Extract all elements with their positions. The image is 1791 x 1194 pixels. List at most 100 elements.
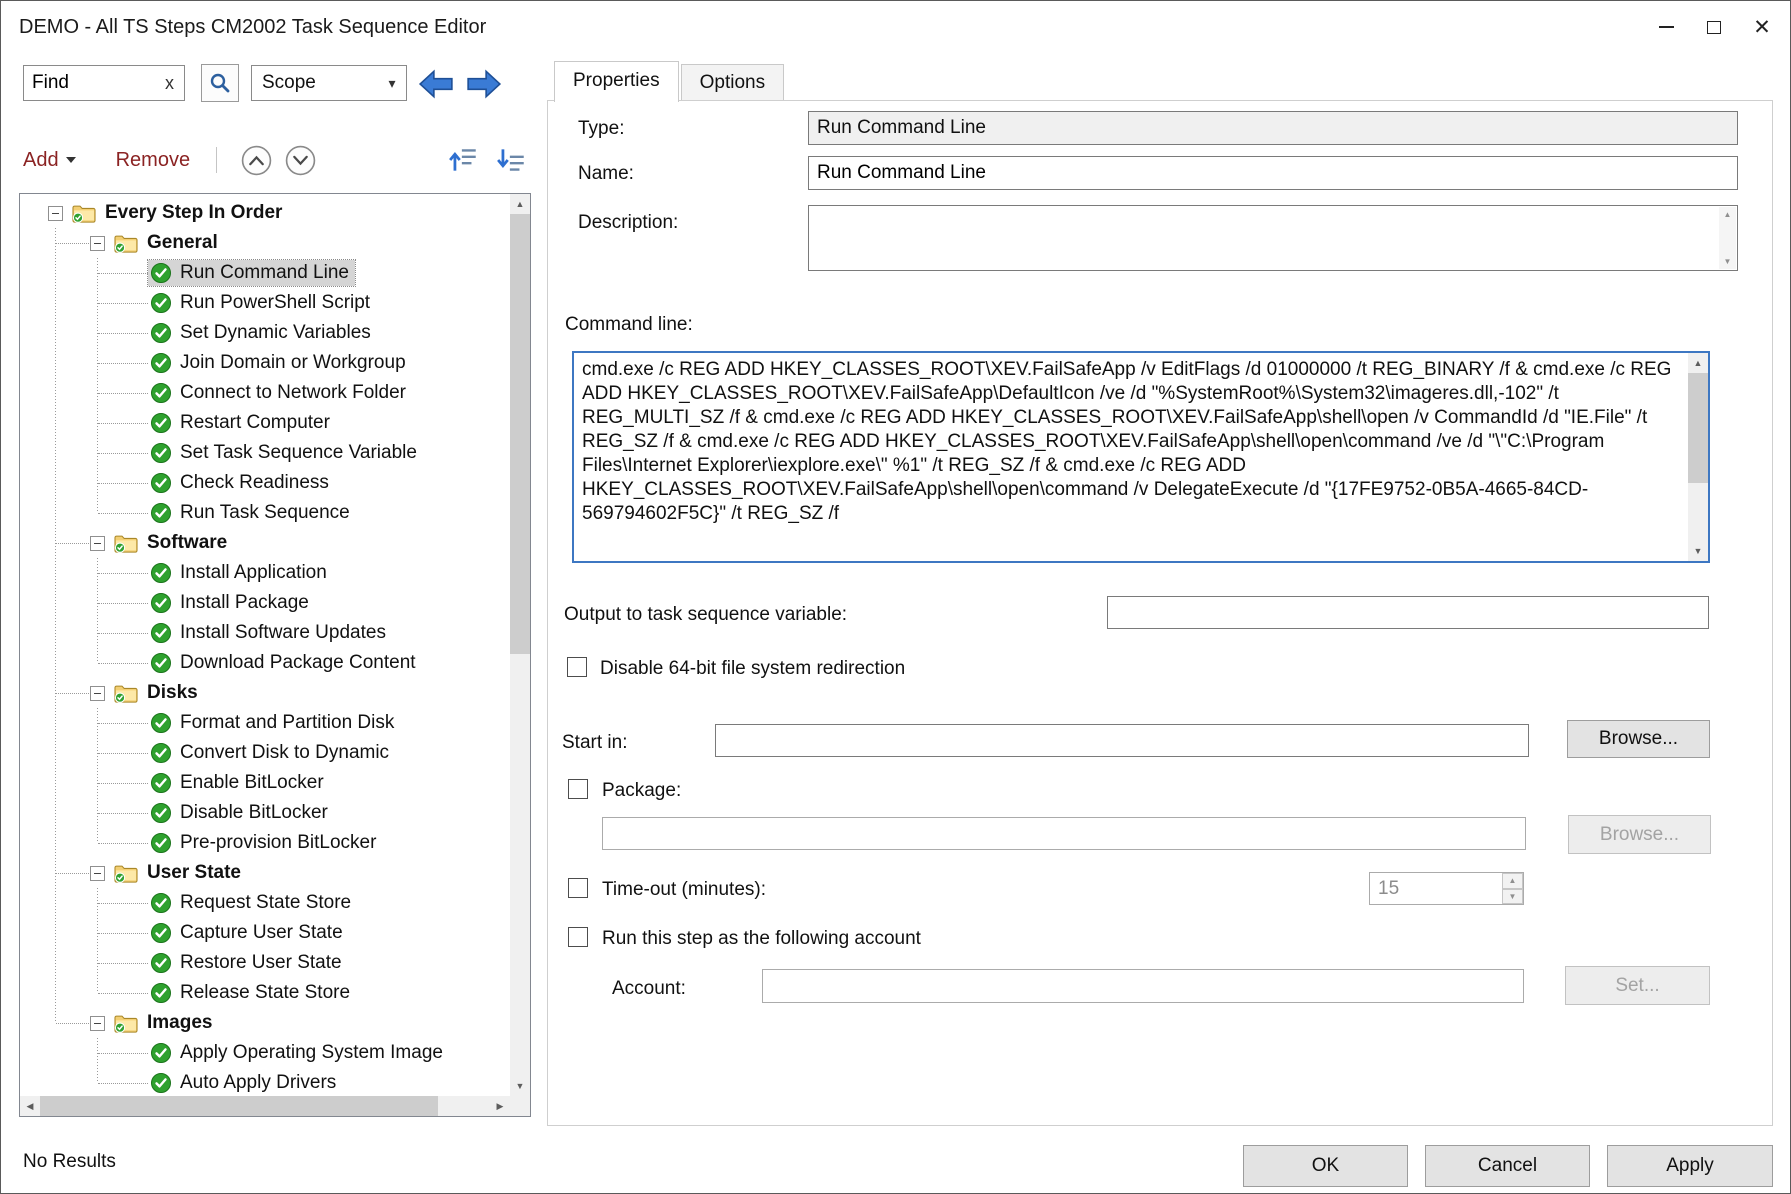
tree-item-apply-operating-system-image[interactable]: Apply Operating System Image bbox=[20, 1038, 510, 1068]
scroll-up-arrow-icon[interactable]: ▲ bbox=[1688, 353, 1708, 373]
tree-item-join-domain-or-workgroup[interactable]: Join Domain or Workgroup bbox=[20, 348, 510, 378]
start-in-input[interactable] bbox=[715, 724, 1529, 757]
package-checkbox[interactable] bbox=[568, 779, 588, 799]
timeout-checkbox[interactable] bbox=[568, 878, 588, 898]
collapse-toggle-icon[interactable] bbox=[90, 236, 105, 251]
tree-item-run-powershell-script[interactable]: Run PowerShell Script bbox=[20, 288, 510, 318]
tree-vscroll-thumb[interactable] bbox=[510, 214, 530, 654]
find-field-wrap: x bbox=[23, 65, 185, 101]
run-as-account-checkbox[interactable] bbox=[568, 927, 588, 947]
remove-button[interactable]: Remove bbox=[116, 149, 190, 172]
step-check-icon bbox=[150, 1042, 172, 1064]
start-in-label: Start in: bbox=[562, 731, 627, 755]
tree-item-restore-user-state[interactable]: Restore User State bbox=[20, 948, 510, 978]
tree-item-enable-bitlocker[interactable]: Enable BitLocker bbox=[20, 768, 510, 798]
scroll-down-arrow-icon[interactable]: ▼ bbox=[1688, 541, 1708, 561]
tree-item-label: Run Command Line bbox=[180, 262, 349, 284]
tab-options-label: Options bbox=[700, 72, 765, 94]
tree-connector bbox=[98, 753, 148, 754]
name-input[interactable] bbox=[808, 156, 1738, 190]
scroll-right-arrow-icon[interactable]: ▶ bbox=[490, 1096, 510, 1116]
move-up-button[interactable] bbox=[239, 143, 273, 177]
disable-64bit-redirection-checkbox[interactable] bbox=[567, 657, 587, 677]
collapse-toggle-icon[interactable] bbox=[90, 536, 105, 551]
tab-properties[interactable]: Properties bbox=[554, 61, 679, 102]
tree-item-disable-bitlocker[interactable]: Disable BitLocker bbox=[20, 798, 510, 828]
minimize-button[interactable] bbox=[1642, 6, 1690, 48]
tree-item-request-state-store[interactable]: Request State Store bbox=[20, 888, 510, 918]
scroll-left-arrow-icon[interactable]: ◀ bbox=[20, 1096, 40, 1116]
add-button[interactable]: Add bbox=[23, 149, 76, 172]
tree-group-user-state[interactable]: User State bbox=[20, 858, 510, 888]
cancel-button[interactable]: Cancel bbox=[1425, 1145, 1590, 1187]
tree-item-run-command-line[interactable]: Run Command Line bbox=[20, 258, 510, 288]
account-input[interactable] bbox=[762, 969, 1524, 1003]
command-line-input[interactable]: cmd.exe /c REG ADD HKEY_CLASSES_ROOT\XEV… bbox=[574, 353, 1688, 561]
tree-group-general[interactable]: General bbox=[20, 228, 510, 258]
package-input[interactable] bbox=[602, 817, 1526, 850]
tree-item-set-dynamic-variables[interactable]: Set Dynamic Variables bbox=[20, 318, 510, 348]
tree-item-label: Set Task Sequence Variable bbox=[180, 442, 417, 464]
scroll-down-arrow-icon[interactable]: ▼ bbox=[1724, 254, 1732, 269]
tree-vertical-scrollbar[interactable]: ▲ ▼ bbox=[510, 194, 530, 1096]
circle-chevron-down-icon bbox=[284, 144, 317, 177]
output-variable-label: Output to task sequence variable: bbox=[564, 603, 847, 627]
tree-group-images[interactable]: Images bbox=[20, 1008, 510, 1038]
window-title: DEMO - All TS Steps CM2002 Task Sequence… bbox=[19, 16, 486, 39]
command-line-scrollbar[interactable]: ▲ ▼ bbox=[1688, 353, 1708, 561]
collapse-all-button[interactable] bbox=[495, 143, 529, 177]
tree-group-disks[interactable]: Disks bbox=[20, 678, 510, 708]
spinner-up-icon[interactable]: ▲ bbox=[1502, 873, 1523, 889]
command-scroll-thumb[interactable] bbox=[1688, 373, 1708, 483]
tree-item-convert-disk-to-dynamic[interactable]: Convert Disk to Dynamic bbox=[20, 738, 510, 768]
close-button[interactable]: ✕ bbox=[1738, 6, 1786, 48]
scroll-up-arrow-icon[interactable]: ▲ bbox=[510, 194, 530, 214]
collapse-toggle-icon[interactable] bbox=[48, 206, 63, 221]
tree-item-format-and-partition-disk[interactable]: Format and Partition Disk bbox=[20, 708, 510, 738]
tree-item-pre-provision-bitlocker[interactable]: Pre-provision BitLocker bbox=[20, 828, 510, 858]
tree-item-set-task-sequence-variable[interactable]: Set Task Sequence Variable bbox=[20, 438, 510, 468]
tree-item-connect-to-network-folder[interactable]: Connect to Network Folder bbox=[20, 378, 510, 408]
tab-options[interactable]: Options bbox=[681, 64, 784, 100]
tree-item-install-software-updates[interactable]: Install Software Updates bbox=[20, 618, 510, 648]
tree-connector bbox=[98, 333, 148, 334]
browse-start-in-button[interactable]: Browse... bbox=[1567, 720, 1710, 758]
find-input[interactable] bbox=[32, 72, 163, 94]
tree-item-capture-user-state[interactable]: Capture User State bbox=[20, 918, 510, 948]
timeout-spinner[interactable]: 15 ▲ ▼ bbox=[1369, 872, 1524, 905]
set-account-button[interactable]: Set... bbox=[1565, 966, 1710, 1005]
scroll-down-arrow-icon[interactable]: ▼ bbox=[510, 1076, 530, 1096]
scope-select[interactable]: Scope ▾ bbox=[251, 65, 407, 101]
back-button[interactable] bbox=[415, 67, 457, 101]
command-line-box: cmd.exe /c REG ADD HKEY_CLASSES_ROOT\XEV… bbox=[572, 351, 1710, 563]
move-down-button[interactable] bbox=[283, 143, 317, 177]
scroll-up-arrow-icon[interactable]: ▲ bbox=[1724, 207, 1732, 222]
tree-root-every-step-in-order[interactable]: Every Step In Order bbox=[20, 198, 510, 228]
description-scrollbar[interactable]: ▲ ▼ bbox=[1719, 207, 1736, 269]
spinner-down-icon[interactable]: ▼ bbox=[1502, 889, 1523, 905]
find-clear-button[interactable]: x bbox=[163, 73, 176, 94]
tree-horizontal-scrollbar[interactable]: ◀ ▶ bbox=[20, 1096, 510, 1116]
browse-package-button[interactable]: Browse... bbox=[1568, 815, 1711, 854]
apply-button[interactable]: Apply bbox=[1607, 1145, 1773, 1187]
ok-button[interactable]: OK bbox=[1243, 1145, 1408, 1187]
collapse-toggle-icon[interactable] bbox=[90, 866, 105, 881]
tree-item-run-task-sequence[interactable]: Run Task Sequence bbox=[20, 498, 510, 528]
output-variable-input[interactable] bbox=[1107, 596, 1709, 629]
tree-item-install-application[interactable]: Install Application bbox=[20, 558, 510, 588]
tree-item-install-package[interactable]: Install Package bbox=[20, 588, 510, 618]
tree-item-download-package-content[interactable]: Download Package Content bbox=[20, 648, 510, 678]
tree-hscroll-thumb[interactable] bbox=[40, 1096, 438, 1116]
search-button[interactable] bbox=[201, 64, 239, 102]
forward-button[interactable] bbox=[463, 67, 505, 101]
expand-all-button[interactable] bbox=[447, 143, 481, 177]
description-input[interactable]: ▲ ▼ bbox=[808, 205, 1738, 271]
tree-group-software[interactable]: Software bbox=[20, 528, 510, 558]
maximize-button[interactable] bbox=[1690, 6, 1738, 48]
collapse-toggle-icon[interactable] bbox=[90, 1016, 105, 1031]
tree-item-check-readiness[interactable]: Check Readiness bbox=[20, 468, 510, 498]
tree-item-auto-apply-drivers[interactable]: Auto Apply Drivers bbox=[20, 1068, 510, 1096]
collapse-toggle-icon[interactable] bbox=[90, 686, 105, 701]
tree-item-restart-computer[interactable]: Restart Computer bbox=[20, 408, 510, 438]
tree-item-release-state-store[interactable]: Release State Store bbox=[20, 978, 510, 1008]
